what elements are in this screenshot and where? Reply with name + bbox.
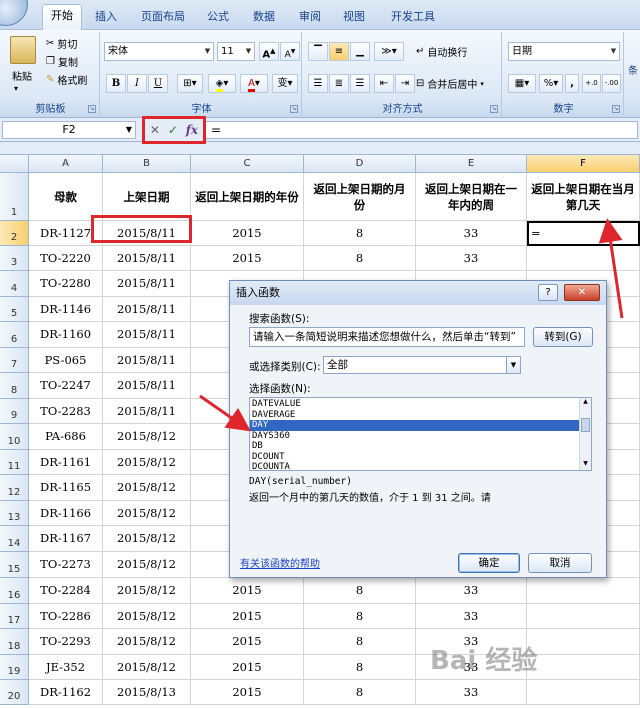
excel-window: 开始 插入 页面布局 公式 数据 审阅 视图 开发工具 粘贴 ▾ ✂ 剪切 ❐ 复制… — [0, 0, 640, 708]
annotation-arrows — [199, 218, 624, 432]
arrow-to-f2-cell — [598, 218, 624, 319]
baidu-watermark: Bai 经验 — [430, 646, 538, 676]
arrow-to-day-function — [199, 394, 251, 432]
